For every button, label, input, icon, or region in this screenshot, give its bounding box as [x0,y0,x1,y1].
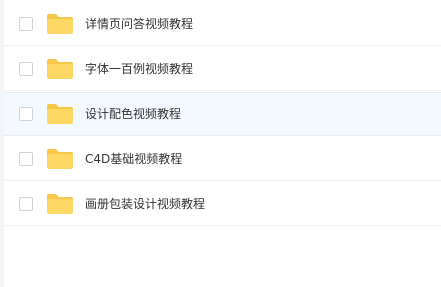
file-name[interactable]: 字体一百例视频教程 [85,61,193,77]
row-checkbox[interactable] [19,107,33,121]
row-checkbox[interactable] [19,196,33,211]
folder-icon [47,13,73,34]
row-checkbox[interactable] [19,151,33,166]
file-row[interactable]: C4D基础视频教程 [4,137,441,181]
folder-icon [47,58,73,79]
file-name[interactable]: 设计配色视频教程 [85,106,181,122]
file-row-selected[interactable]: 设计配色视频教程 [4,92,441,136]
file-browser: 详情页问答视频教程 字体一百例视频教程 设计配色视频教程 C4D基础视频教程 画… [0,0,441,287]
file-row[interactable]: 字体一百例视频教程 [4,47,441,91]
file-name[interactable]: 画册包装设计视频教程 [85,196,205,212]
folder-icon [47,148,73,169]
file-list: 详情页问答视频教程 字体一百例视频教程 设计配色视频教程 C4D基础视频教程 画… [4,0,441,287]
file-row[interactable]: 详情页问答视频教程 [4,2,441,46]
folder-icon [47,104,73,124]
file-row[interactable]: 画册包装设计视频教程 [4,182,441,226]
row-checkbox[interactable] [19,61,33,76]
file-name[interactable]: 详情页问答视频教程 [85,16,193,32]
row-checkbox[interactable] [19,16,33,31]
file-name[interactable]: C4D基础视频教程 [85,151,182,167]
folder-icon [47,193,73,214]
